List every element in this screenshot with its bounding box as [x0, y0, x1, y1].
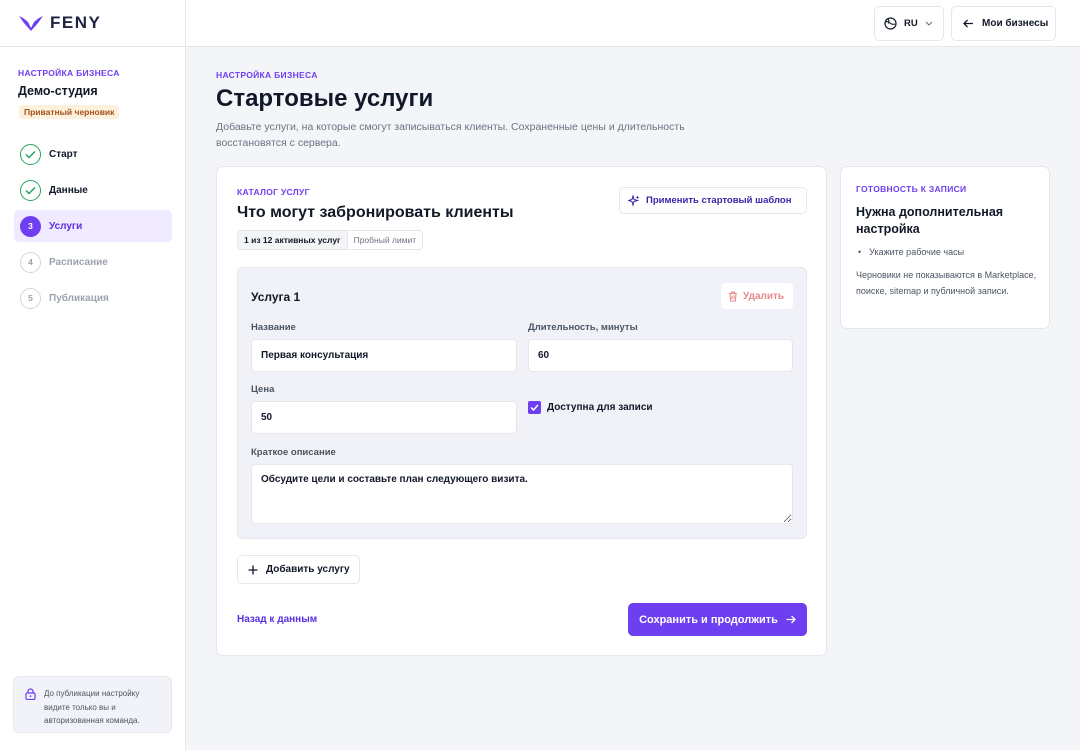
delete-service-button[interactable]: Удалить — [721, 283, 793, 309]
arrow-right-icon — [786, 615, 796, 624]
privacy-note: До публикации настройку видите только вы… — [13, 676, 172, 733]
step-label: Расписание — [49, 256, 108, 268]
service-catalog-card: КАТАЛОГ УСЛУГ Что могут забронировать кл… — [216, 166, 827, 656]
sidebar-eyebrow: НАСТРОЙКА БИЗНЕСА — [18, 68, 120, 78]
check-icon — [20, 143, 41, 165]
language-selector[interactable]: RU — [874, 6, 944, 41]
back-to-data-link[interactable]: Назад к данным — [237, 614, 317, 625]
trash-icon — [729, 290, 737, 302]
duration-label: Длительность, минуты — [528, 322, 638, 333]
step-number: 4 — [20, 251, 41, 273]
page-eyebrow: НАСТРОЙКА БИЗНЕСА — [216, 70, 318, 80]
add-service-label: Добавить услугу — [266, 564, 350, 575]
step-start[interactable]: Старт — [14, 138, 172, 170]
save-continue-button[interactable]: Сохранить и продолжить — [628, 603, 807, 636]
lock-icon — [25, 688, 36, 700]
readiness-list: Укажите рабочие часы — [856, 247, 964, 257]
description-textarea[interactable]: Обсудите цели и составьте план следующег… — [251, 464, 793, 524]
top-bar: RU Мои бизнесы — [186, 0, 1080, 47]
step-data[interactable]: Данные — [14, 174, 172, 206]
status-badge: Приватный черновик — [19, 105, 120, 119]
service-limit-pill: 1 из 12 активных услуг Пробный лимит — [237, 230, 424, 250]
my-businesses-button[interactable]: Мои бизнесы — [951, 6, 1056, 41]
step-label: Услуги — [49, 220, 83, 232]
active-services-count: 1 из 12 активных услуг — [238, 231, 348, 249]
delete-label: Удалить — [743, 290, 785, 302]
price-label: Цена — [251, 384, 275, 395]
step-services[interactable]: 3 Услуги — [14, 210, 172, 242]
description-label: Краткое описание — [251, 447, 336, 458]
price-input[interactable] — [251, 401, 517, 434]
readiness-note: Черновики не показываются в Marketplace,… — [856, 270, 1037, 296]
step-label: Данные — [49, 184, 88, 196]
business-name: Демо-студия — [18, 84, 98, 98]
step-label: Старт — [49, 148, 78, 160]
service-item: Услуга 1 Удалить Название Длительность, … — [237, 267, 807, 539]
available-checkbox-row[interactable]: Доступна для записи — [528, 401, 653, 414]
step-publish[interactable]: 5 Публикация — [14, 282, 172, 314]
readiness-title: Нужна дополнительная настройка — [856, 205, 1004, 236]
sidebar: FENY НАСТРОЙКА БИЗНЕСА Демо-студия Прива… — [0, 0, 186, 750]
check-icon — [530, 404, 539, 411]
trial-limit-label: Пробный лимит — [353, 235, 417, 245]
catalog-eyebrow: КАТАЛОГ УСЛУГ — [237, 187, 310, 197]
privacy-note-text: До публикации настройку видите только вы… — [44, 689, 140, 725]
name-label: Название — [251, 322, 296, 333]
chevron-down-icon — [925, 21, 933, 26]
step-number: 5 — [20, 287, 41, 309]
save-continue-label: Сохранить и продолжить — [639, 613, 778, 626]
service-title: Услуга 1 — [251, 290, 301, 304]
duration-input[interactable] — [528, 339, 793, 372]
apply-template-label: Применить стартовый шаблон — [646, 195, 792, 206]
globe-icon — [884, 17, 897, 30]
brand-name: FENY — [50, 13, 102, 32]
page-title: Стартовые услуги — [216, 85, 434, 112]
readiness-card: ГОТОВНОСТЬ К ЗАПИСИ Нужна дополнительная… — [840, 166, 1050, 329]
my-businesses-label: Мои бизнесы — [982, 18, 1049, 29]
readiness-eyebrow: ГОТОВНОСТЬ К ЗАПИСИ — [856, 184, 967, 194]
language-value: RU — [904, 18, 918, 29]
catalog-title: Что могут забронировать клиенты — [237, 204, 514, 221]
available-checkbox[interactable] — [528, 401, 541, 414]
readiness-item: Укажите рабочие часы — [856, 247, 964, 257]
apply-template-button[interactable]: Применить стартовый шаблон — [619, 187, 807, 214]
page-description: Добавьте услуги, на которые смогут запис… — [216, 121, 685, 149]
service-name-input[interactable] — [251, 339, 517, 372]
brand-logo[interactable]: FENY — [0, 0, 185, 47]
available-label: Доступна для записи — [547, 402, 653, 413]
plus-icon — [248, 565, 258, 574]
step-number: 3 — [20, 215, 41, 237]
feny-logo-icon — [19, 16, 43, 31]
step-schedule[interactable]: 4 Расписание — [14, 246, 172, 278]
arrow-left-icon — [963, 19, 973, 28]
add-service-button[interactable]: Добавить услугу — [237, 555, 360, 584]
check-icon — [20, 179, 41, 201]
wizard-steps: Старт Данные 3 Услуги 4 Расписание 5 Пуб… — [14, 138, 172, 318]
step-label: Публикация — [49, 292, 109, 304]
sparkles-icon — [628, 194, 640, 207]
